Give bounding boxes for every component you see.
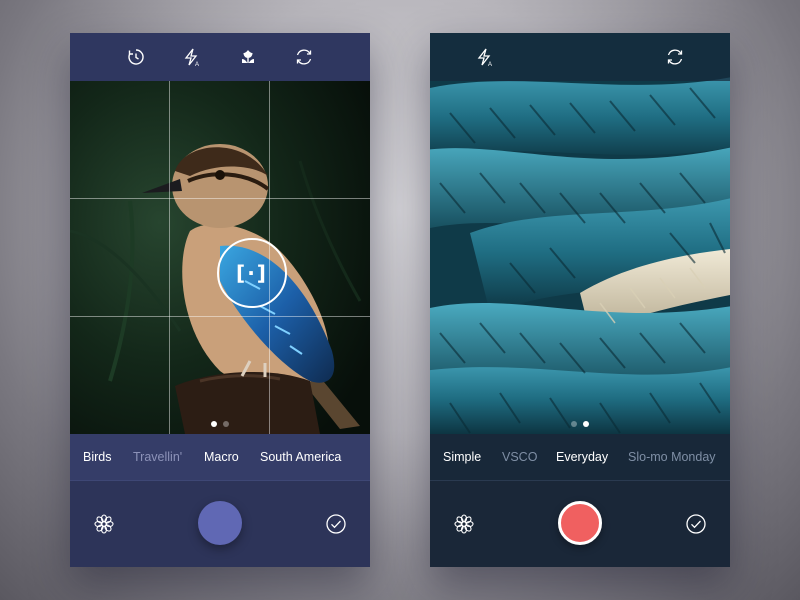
page-indicator	[430, 421, 730, 427]
flower-filter-icon[interactable]	[453, 513, 475, 535]
filter-strip: Birds Travellin' Macro South America	[70, 434, 370, 481]
camera-toolbar: A	[430, 33, 730, 81]
focus-indicator-icon: [·]	[236, 261, 268, 285]
record-button[interactable]	[558, 501, 602, 545]
page-dot[interactable]	[571, 421, 577, 427]
flash-auto-icon[interactable]: A	[474, 46, 496, 68]
page-indicator	[70, 421, 370, 427]
filter-macro[interactable]: Macro	[204, 450, 239, 464]
camera-screen-right: A Simple VSCO Everyday Slo-mo Monday	[430, 33, 730, 567]
grid-line	[70, 316, 370, 317]
switch-camera-icon[interactable]	[664, 46, 686, 68]
macro-icon[interactable]	[237, 46, 259, 68]
timer-icon[interactable]	[125, 46, 147, 68]
page-dot-active[interactable]	[211, 421, 217, 427]
capture-bar	[70, 481, 370, 567]
filter-strip: Simple VSCO Everyday Slo-mo Monday	[430, 434, 730, 481]
filter-birds[interactable]: Birds	[83, 450, 111, 464]
viewfinder-rope-photo[interactable]	[430, 33, 730, 434]
filter-everyday[interactable]: Everyday	[556, 450, 608, 464]
switch-camera-icon[interactable]	[293, 46, 315, 68]
filter-travellin[interactable]: Travellin'	[133, 450, 182, 464]
shutter-button[interactable]	[198, 501, 242, 545]
capture-bar	[430, 481, 730, 567]
filter-slo-mo-monday[interactable]: Slo-mo Monday	[628, 450, 716, 464]
checkmark-icon[interactable]	[325, 513, 347, 535]
filter-vsco[interactable]: VSCO	[502, 450, 537, 464]
rope-image	[430, 33, 730, 434]
camera-screen-left: A [·] Birds Travellin' Macro South Ameri…	[70, 33, 370, 567]
focus-ring[interactable]: [·]	[217, 238, 287, 308]
grid-line	[169, 81, 170, 434]
camera-toolbar: A	[70, 33, 370, 81]
page-dot[interactable]	[223, 421, 229, 427]
svg-text:A: A	[195, 62, 199, 67]
filter-south-america[interactable]: South America	[260, 450, 341, 464]
filter-simple[interactable]: Simple	[443, 450, 481, 464]
svg-text:A: A	[488, 62, 492, 67]
grid-line	[70, 198, 370, 199]
flower-filter-icon[interactable]	[93, 513, 115, 535]
page-dot-active[interactable]	[583, 421, 589, 427]
flash-auto-icon[interactable]: A	[181, 46, 203, 68]
viewfinder-bird-photo[interactable]: [·]	[70, 81, 370, 434]
checkmark-icon[interactable]	[685, 513, 707, 535]
